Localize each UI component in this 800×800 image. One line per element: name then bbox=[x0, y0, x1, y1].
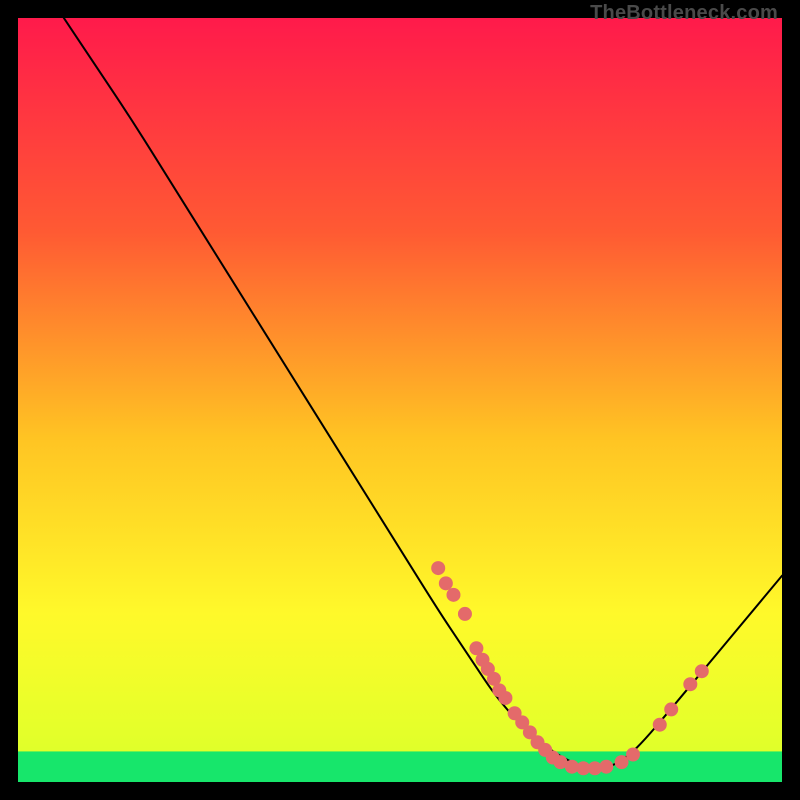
data-point bbox=[599, 760, 613, 774]
data-point bbox=[683, 677, 697, 691]
data-point bbox=[695, 664, 709, 678]
gradient-background bbox=[18, 18, 782, 782]
chart-frame bbox=[18, 18, 782, 782]
chart-svg bbox=[18, 18, 782, 782]
bottom-green-band bbox=[18, 751, 782, 782]
watermark-text: TheBottleneck.com bbox=[590, 2, 778, 25]
data-point bbox=[431, 561, 445, 575]
data-point bbox=[664, 702, 678, 716]
data-point bbox=[615, 755, 629, 769]
data-point bbox=[626, 747, 640, 761]
data-point bbox=[498, 691, 512, 705]
data-point bbox=[653, 718, 667, 732]
data-point bbox=[446, 588, 460, 602]
data-point bbox=[458, 607, 472, 621]
data-point bbox=[439, 576, 453, 590]
